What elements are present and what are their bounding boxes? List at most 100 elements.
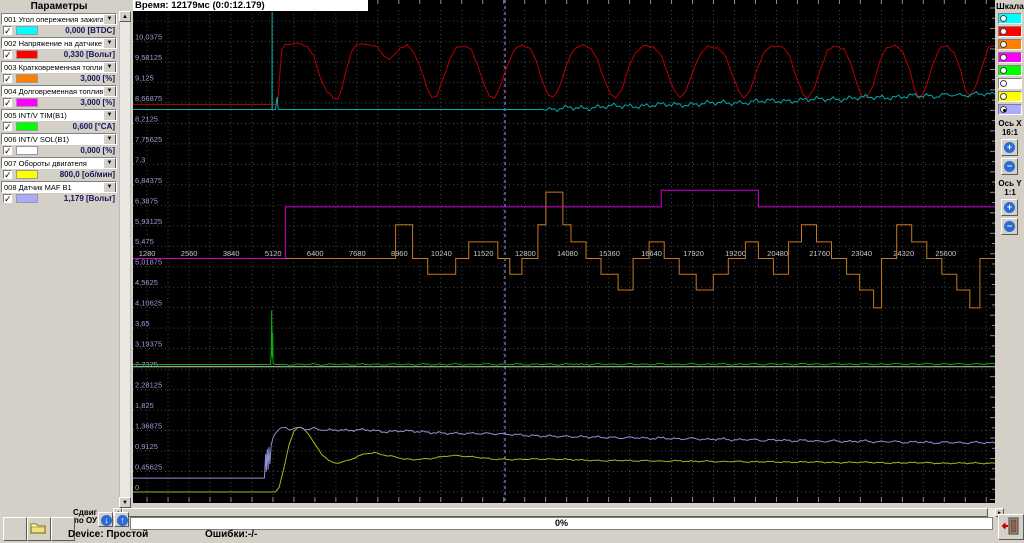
chevron-down-icon[interactable]: ▼ (103, 134, 116, 144)
chart-plot-area[interactable]: 0 0,45625 0,9125 1,36875 1,825 2,28125 2,7375 3… (133, 0, 996, 503)
chart-canvas: 00,456250,91251,368751,8252,281252,73753… (133, 0, 996, 503)
scale-color-radio-2[interactable] (998, 26, 1022, 37)
param-value-row-2: ✓ 0,330 [Вольт] (1, 49, 117, 61)
time-readout: Время: 12179мс (0:0:12.179) (133, 0, 369, 12)
svg-text:10240: 10240 (431, 249, 452, 258)
svg-text:0,45625: 0,45625 (135, 463, 162, 472)
svg-text:11520: 11520 (473, 249, 493, 258)
chart-horizontal-scrollbar[interactable]: ◄ ► (113, 508, 1004, 517)
axis-x-label: Ось X (998, 119, 1022, 128)
scale-color-radio-4[interactable] (998, 52, 1022, 63)
shift-up-button[interactable]: ↑ (114, 512, 129, 527)
param-value: 0,000 [BTDC] (65, 26, 115, 35)
chevron-down-icon[interactable]: ▼ (103, 62, 116, 72)
param-color-swatch (16, 122, 38, 131)
param-checkbox[interactable]: ✓ (3, 26, 12, 36)
scale-panel: Шкала Ось X 16:1 + − Ось Y 1:1 + − (996, 0, 1024, 542)
device-status-label: Device: Простой (68, 529, 149, 540)
chevron-down-icon[interactable]: ▼ (103, 110, 116, 120)
svg-text:19200: 19200 (725, 249, 746, 258)
svg-text:5,475: 5,475 (135, 237, 154, 246)
param-color-swatch (16, 170, 38, 179)
param-checkbox[interactable]: ✓ (3, 146, 12, 156)
chevron-down-icon[interactable]: ▼ (103, 158, 116, 168)
open-file-button[interactable] (27, 517, 51, 541)
chevron-down-icon[interactable]: ▼ (103, 14, 116, 24)
scale-color-radio-6[interactable] (998, 78, 1022, 89)
params-scroll-down-button[interactable]: ▼ (119, 497, 131, 508)
zoom-y-in-button[interactable]: + (1001, 199, 1018, 216)
exit-button[interactable] (998, 514, 1024, 540)
param-value-row-8: ✓ 1,179 [Вольт] (1, 193, 117, 205)
chevron-down-icon[interactable]: ▼ (103, 182, 116, 192)
param-select-8[interactable]: 008 Датчик MAF B1 ▼ (1, 181, 117, 193)
param-select-6[interactable]: 006 INT/V SOL(B1) ▼ (1, 133, 117, 145)
arrow-down-icon: ▼ (122, 500, 128, 506)
svg-text:1280: 1280 (139, 249, 156, 258)
plus-icon: + (1004, 142, 1015, 153)
svg-text:14080: 14080 (557, 249, 578, 258)
scale-color-radio-3[interactable] (998, 39, 1022, 50)
param-checkbox[interactable]: ✓ (3, 194, 12, 204)
svg-text:0,9125: 0,9125 (135, 442, 158, 451)
arrow-up-circle-icon: ↑ (117, 515, 128, 526)
param-select-4[interactable]: 004 Долговременная топливная кор ▼ (1, 85, 117, 97)
progress-text: 0% (554, 518, 568, 528)
param-checkbox[interactable]: ✓ (3, 170, 12, 180)
time-label: Время: 12179мс (0:0:12.179) (135, 0, 265, 11)
radio-icon (1000, 106, 1007, 113)
svg-text:8960: 8960 (391, 249, 408, 258)
param-checkbox[interactable]: ✓ (3, 122, 12, 132)
scale-color-radio-8[interactable] (998, 104, 1022, 115)
param-checkbox[interactable]: ✓ (3, 98, 12, 108)
zoom-y-out-button[interactable]: − (1001, 218, 1018, 235)
svg-text:3,65: 3,65 (135, 319, 150, 328)
param-checkbox[interactable]: ✓ (3, 50, 12, 60)
param-value: 1,179 [Вольт] (63, 194, 115, 203)
scale-color-radio-7[interactable] (998, 91, 1022, 102)
radio-icon (1000, 41, 1007, 48)
param-select-label: 002 Напряжение на датчике O2 B1 S (4, 39, 116, 48)
svg-text:6,3875: 6,3875 (135, 196, 158, 205)
progress-bar: 0% (130, 517, 993, 530)
param-select-1[interactable]: 001 Угол опережения зажигания ▼ (1, 13, 117, 25)
scale-color-radio-5[interactable] (998, 65, 1022, 76)
tool-button-1[interactable] (3, 517, 27, 541)
svg-text:4,10625: 4,10625 (135, 299, 162, 308)
chevron-down-icon[interactable]: ▼ (103, 38, 116, 48)
shift-down-button[interactable]: ↓ (98, 512, 113, 527)
svg-text:1,825: 1,825 (135, 401, 154, 410)
svg-text:7,3: 7,3 (135, 155, 145, 164)
param-select-7[interactable]: 007 Обороты двигателя ▼ (1, 157, 117, 169)
param-value-row-5: ✓ 0,600 [°CA] (1, 121, 117, 133)
params-scrollbar-track[interactable] (119, 22, 131, 497)
param-value-row-1: ✓ 0,000 [BTDC] (1, 25, 117, 37)
param-value-row-7: ✓ 800,0 [об/мин] (1, 169, 117, 181)
minus-icon: − (1004, 161, 1015, 172)
svg-text:17920: 17920 (683, 249, 704, 258)
param-value: 3,000 [%] (80, 74, 115, 83)
scale-color-radio-1[interactable] (998, 13, 1022, 24)
svg-text:16640: 16640 (641, 249, 662, 258)
params-scroll-up-button[interactable]: ▲ (119, 11, 131, 22)
arrow-down-circle-icon: ↓ (101, 515, 112, 526)
svg-text:0: 0 (135, 483, 139, 492)
svg-text:5,93125: 5,93125 (135, 217, 162, 226)
svg-text:10,0375: 10,0375 (135, 32, 162, 41)
param-checkbox[interactable]: ✓ (3, 74, 12, 84)
minus-icon: − (1004, 221, 1015, 232)
param-select-5[interactable]: 005 INT/V TIM(B1) ▼ (1, 109, 117, 121)
errors-label: Ошибки:-/- (205, 529, 258, 540)
scale-title: Шкала (996, 1, 1024, 11)
app-window: { "header": { "time_label": "Время: 1217… (0, 0, 1024, 542)
param-select-2[interactable]: 002 Напряжение на датчике O2 B1 S▼ (1, 37, 117, 49)
svg-text:2,28125: 2,28125 (135, 381, 162, 390)
svg-text:7,75625: 7,75625 (135, 135, 162, 144)
svg-text:7680: 7680 (349, 249, 366, 258)
svg-text:12800: 12800 (515, 249, 536, 258)
param-select-3[interactable]: 003 Кратковременная топливная ко ▼ (1, 61, 117, 73)
zoom-x-out-button[interactable]: − (1001, 158, 1018, 175)
chevron-down-icon[interactable]: ▼ (103, 86, 116, 96)
scrollbar-thumb[interactable] (122, 508, 988, 517)
zoom-x-in-button[interactable]: + (1001, 139, 1018, 156)
